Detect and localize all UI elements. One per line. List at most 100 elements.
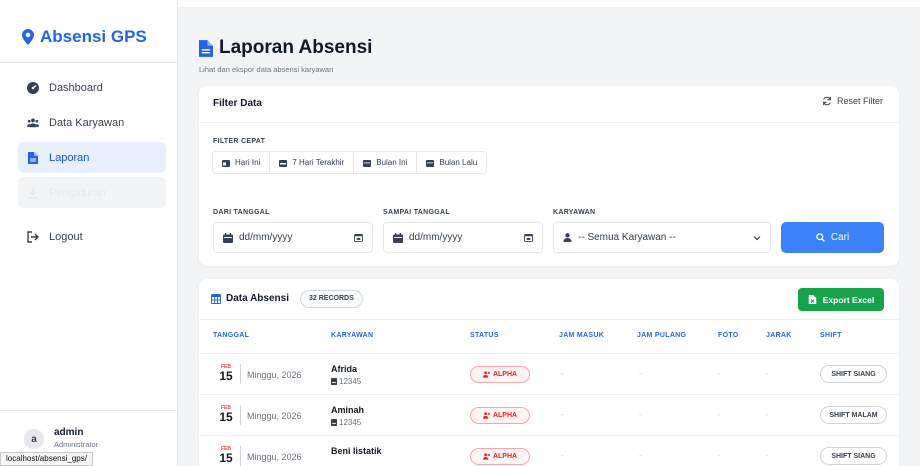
quick-filter-7days[interactable]: 7 Hari Terakhir: [270, 152, 355, 173]
export-excel-label: Export Excel: [822, 294, 875, 305]
day-name: Minggu, 2026: [247, 370, 302, 380]
user-role: Administrator: [54, 440, 99, 449]
table-row[interactable]: FEB 15 Minggu, 2026 Afrida 12345 ALPHA -…: [199, 353, 899, 394]
jam-pulang-value: -: [639, 410, 642, 419]
sidebar-item-label: Logout: [49, 230, 83, 243]
jarak-value: -: [766, 410, 769, 419]
file-icon: [199, 39, 213, 57]
foto-value: -: [718, 451, 721, 460]
user-x-icon: [482, 371, 490, 378]
sidebar-item-label: Dashboard: [49, 81, 103, 94]
reset-filter-label: Reset Filter: [836, 96, 883, 106]
data-card: Data Absensi 32 RECORDS Export Excel TAN…: [199, 279, 899, 466]
jam-masuk-value: -: [561, 410, 564, 419]
filter-card: Filter Data Reset Filter FILTER CEPAT Ha…: [199, 86, 899, 266]
export-excel-button[interactable]: Export Excel: [798, 288, 884, 311]
sidebar-item-data-karyawan[interactable]: Data Karyawan: [18, 107, 166, 138]
calendar-icon: [363, 159, 372, 167]
from-date-input[interactable]: dd/mm/yyyy: [213, 222, 373, 253]
user-name: admin: [54, 427, 84, 438]
gauge-icon: [27, 81, 39, 94]
page-title-text: Laporan Absensi: [219, 37, 373, 58]
sidebar-divider: [0, 62, 177, 63]
to-date-input[interactable]: dd/mm/yyyy: [383, 222, 543, 253]
calendar-picker-icon[interactable]: [524, 233, 533, 242]
shift-badge: SHIFT SIANG: [820, 447, 887, 465]
employee-id: 12345: [331, 418, 361, 427]
employee-select[interactable]: -- Semua Karyawan --: [553, 222, 771, 253]
col-header-status[interactable]: STATUS: [470, 332, 499, 339]
calendar-icon: [426, 159, 435, 167]
data-divider: [199, 319, 899, 320]
date-divider: [240, 364, 241, 384]
page-title: Laporan Absensi: [199, 37, 372, 59]
to-date-value: dd/mm/yyyy: [409, 232, 463, 243]
table-row[interactable]: FEB 15 Minggu, 2026 Beni listatik ALPHA …: [199, 435, 899, 466]
date-badge: FEB 15: [219, 446, 233, 465]
shift-badge: SHIFT SIANG: [820, 365, 887, 383]
col-header-foto[interactable]: FOTO: [718, 332, 739, 339]
quick-filter-this-month[interactable]: Bulan Ini: [354, 152, 418, 173]
employee-select-value: -- Semua Karyawan --: [578, 232, 676, 243]
map-pin-icon: [22, 29, 34, 45]
calendar-picker-icon[interactable]: [354, 233, 363, 242]
filter-divider: [199, 122, 899, 123]
day-name: Minggu, 2026: [247, 452, 302, 462]
id-card-icon: [331, 378, 337, 385]
brand[interactable]: Absensi GPS: [22, 27, 147, 47]
col-header-jarak[interactable]: JARAK: [766, 332, 792, 339]
date-badge: FEB 15: [219, 405, 233, 424]
logout-icon: [27, 230, 39, 243]
quick-filter-last-month[interactable]: Bulan Lalu: [417, 152, 486, 173]
id-card-icon: [331, 419, 337, 426]
to-date-label: SAMPAI TANGGAL: [383, 209, 450, 216]
jam-masuk-value: -: [561, 369, 564, 378]
file-excel-icon: [808, 295, 816, 304]
filter-title: Filter Data: [213, 98, 262, 109]
employee-id: 12345: [331, 377, 361, 386]
sidebar: Absensi GPS Dashboard Data Karyawan Lapo…: [0, 0, 178, 466]
status-bar-url: localhost/absensi_gps/: [0, 452, 93, 466]
foto-value: -: [718, 369, 721, 378]
calendar-week-icon: [279, 159, 288, 167]
employee-name: Afrida: [331, 364, 358, 374]
table-row[interactable]: FEB 15 Minggu, 2026 Aminah 12345 ALPHA -…: [199, 394, 899, 435]
users-icon: [27, 118, 39, 127]
sidebar-item-laporan[interactable]: Laporan: [18, 142, 166, 173]
jarak-value: -: [766, 451, 769, 460]
quick-filter-label: FILTER CEPAT: [213, 138, 266, 145]
employee-label: KARYAWAN: [553, 209, 596, 216]
records-count-badge: 32 RECORDS: [300, 290, 363, 308]
search-button[interactable]: Cari: [781, 222, 884, 253]
shift-badge: SHIFT MALAM: [820, 406, 887, 424]
col-header-karyawan[interactable]: KARYAWAN: [331, 332, 373, 339]
search-button-label: Cari: [830, 232, 850, 243]
table-icon: [211, 293, 221, 304]
sidebar-item-label: Data Karyawan: [49, 116, 125, 129]
from-date-value: dd/mm/yyyy: [239, 232, 293, 243]
status-badge: ALPHA: [470, 448, 530, 465]
data-title-text: Data Absensi: [226, 293, 289, 304]
sidebar-item-logout[interactable]: Logout: [18, 221, 166, 252]
col-header-tanggal[interactable]: TANGGAL: [213, 332, 249, 339]
sidebar-item-pengaturan[interactable]: Pengaturan: [18, 177, 166, 208]
reset-filter-button[interactable]: Reset Filter: [822, 96, 883, 106]
date-divider: [240, 446, 241, 466]
jarak-value: -: [766, 369, 769, 378]
col-header-shift[interactable]: SHIFT: [820, 332, 842, 339]
calendar-icon: [393, 232, 403, 243]
sidebar-item-dashboard[interactable]: Dashboard: [18, 72, 166, 103]
col-header-jam-masuk[interactable]: JAM MASUK: [559, 332, 604, 339]
user-x-icon: [482, 412, 490, 419]
quick-filter-today[interactable]: Hari Ini: [213, 152, 271, 173]
brand-title: Absensi GPS: [40, 27, 147, 46]
sidebar-item-label: Pengaturan: [49, 186, 106, 199]
status-badge: ALPHA: [470, 366, 530, 383]
col-header-jam-pulang[interactable]: JAM PULANG: [637, 332, 686, 339]
jam-pulang-value: -: [639, 451, 642, 460]
employee-name: Aminah: [331, 405, 365, 415]
top-strip: [178, 0, 920, 7]
file-icon: [28, 151, 38, 164]
quick-filter-group: Hari Ini 7 Hari Terakhir Bulan Ini Bulan…: [212, 151, 488, 174]
user-x-icon: [482, 453, 490, 460]
